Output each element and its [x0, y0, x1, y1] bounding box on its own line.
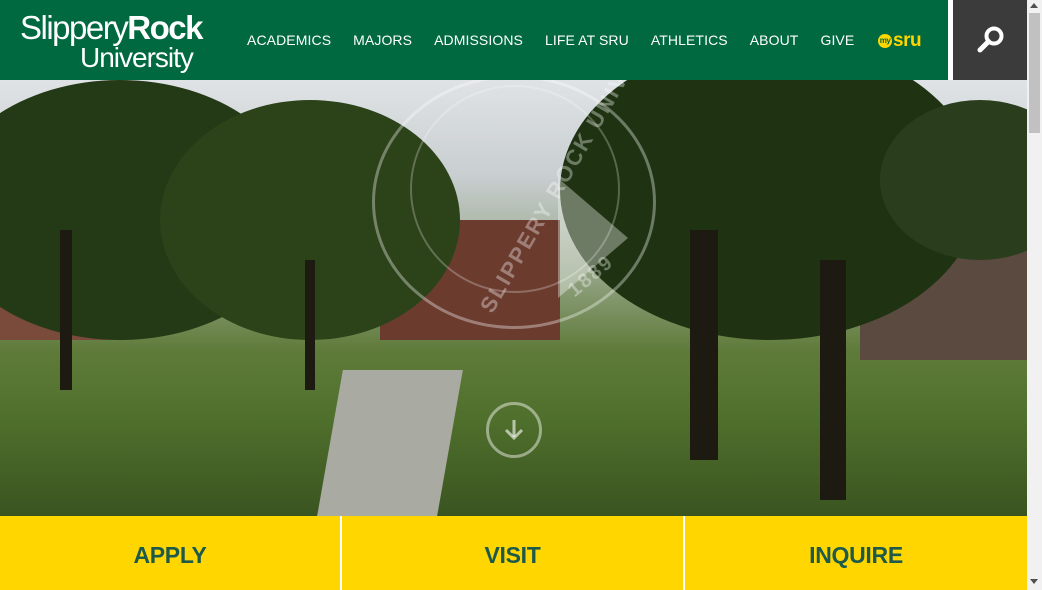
visit-label: VISIT [484, 542, 541, 568]
scroll-down-button[interactable] [486, 402, 542, 458]
play-icon[interactable] [558, 178, 628, 298]
visit-button[interactable]: VISIT [342, 516, 683, 590]
nav-athletics[interactable]: ATHLETICS [640, 32, 739, 48]
apply-label: APPLY [133, 542, 207, 568]
tree-trunk-image [690, 230, 718, 460]
nav-academics[interactable]: ACADEMICS [236, 32, 342, 48]
mysru-label: sru [893, 30, 922, 51]
site-header: SlipperyRock University ACADEMICS MAJORS… [0, 0, 948, 80]
logo-text-rock: Rock [127, 9, 203, 46]
main-nav: ACADEMICS MAJORS ADMISSIONS LIFE AT SRU … [236, 0, 865, 80]
sidewalk-image [317, 370, 463, 516]
scrollbar-thumb[interactable] [1029, 13, 1040, 133]
logo-text-slippery: Slippery [20, 9, 129, 46]
page-scrollbar[interactable] [1027, 0, 1042, 590]
apply-button[interactable]: APPLY [0, 516, 340, 590]
scroll-up-arrow-icon[interactable] [1030, 3, 1038, 8]
mysru-link[interactable]: my sru [878, 30, 922, 51]
university-logo[interactable]: SlipperyRock University [20, 10, 210, 74]
scroll-down-arrow-icon[interactable] [1030, 579, 1038, 584]
tree-trunk-image [60, 230, 72, 390]
nav-majors[interactable]: MAJORS [342, 32, 423, 48]
nav-admissions[interactable]: ADMISSIONS [423, 32, 534, 48]
chevron-down-icon [504, 420, 524, 441]
nav-life-at-sru[interactable]: LIFE AT SRU [534, 32, 640, 48]
search-button[interactable] [953, 0, 1027, 80]
nav-give[interactable]: GIVE [809, 32, 865, 48]
nav-about[interactable]: ABOUT [739, 32, 810, 48]
logo-text-university: University [80, 42, 194, 73]
tree-trunk-image [820, 260, 846, 500]
hero-video[interactable]: SLIPPERY ROCK UNIVERSITY 1889 [0, 80, 1027, 516]
mysru-my-badge: my [878, 34, 892, 48]
inquire-label: INQUIRE [809, 542, 903, 568]
tree-trunk-image [305, 260, 315, 390]
search-icon [977, 26, 1004, 53]
inquire-button[interactable]: INQUIRE [685, 516, 1027, 590]
